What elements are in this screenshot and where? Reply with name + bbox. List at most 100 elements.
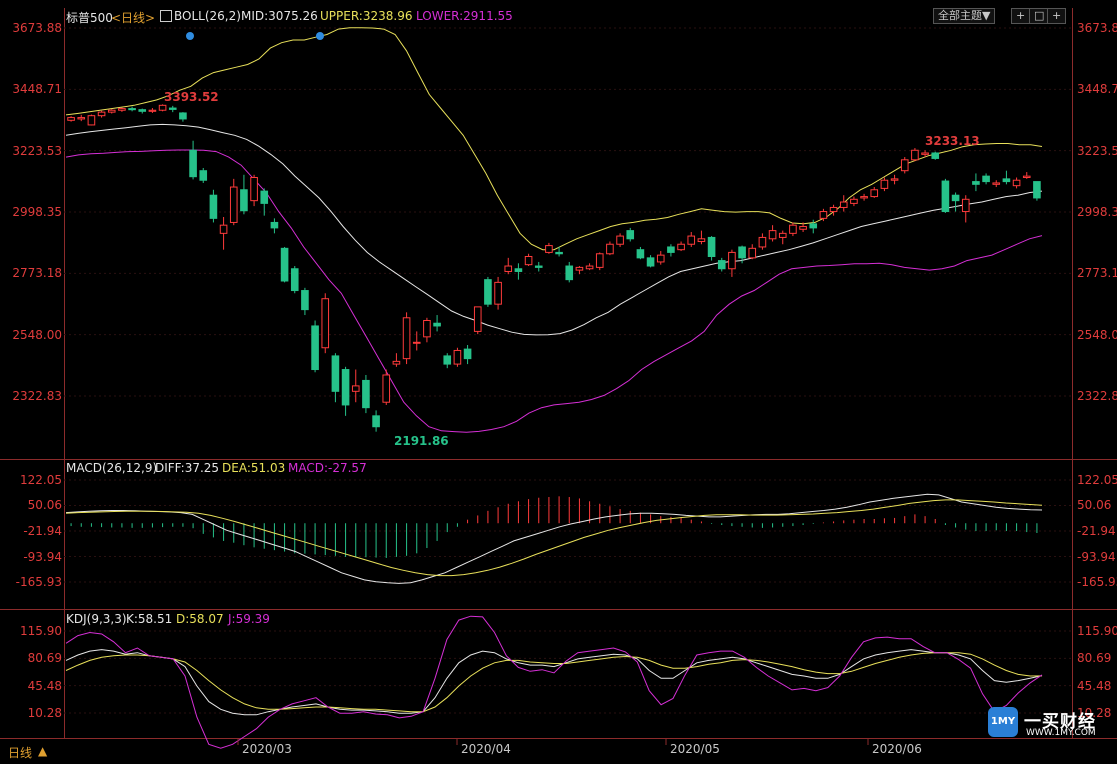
candle-down xyxy=(179,112,187,120)
event-marker-2[interactable] xyxy=(316,32,324,40)
axis-tick-label: 45.48 xyxy=(27,678,62,693)
axis-tick-label: 45.48 xyxy=(1077,678,1112,693)
candle-up xyxy=(789,224,797,234)
candle-up xyxy=(545,245,553,253)
candle-down xyxy=(463,348,472,360)
candle-up xyxy=(107,109,116,113)
axis-tick-label: 50.06 xyxy=(27,498,62,513)
axis-tick-label: -165.93 xyxy=(1077,575,1117,589)
candle-down xyxy=(331,355,340,392)
watermark-url: WWW.1MY.COM xyxy=(1026,728,1096,738)
axis-tick-label: 2322.83 xyxy=(1077,389,1117,403)
macd-dea-value: DEA:51.03 xyxy=(222,461,286,475)
candle-layer[interactable] xyxy=(67,104,1041,432)
candle-down xyxy=(707,236,716,257)
zoom-icon[interactable]: + xyxy=(1047,8,1067,24)
candle-up xyxy=(575,266,584,271)
period-tag[interactable]: <日线> xyxy=(111,9,155,26)
candle-down xyxy=(972,181,980,185)
axis-tick-label: 3673.88 xyxy=(12,21,62,35)
annotation-high-right: 3233.13 xyxy=(925,134,980,148)
candle-up xyxy=(87,115,96,126)
axis-tick-label: 80.69 xyxy=(27,651,62,666)
candle-down xyxy=(138,109,147,112)
axis-tick-label: 2773.18 xyxy=(1077,266,1117,281)
axis-tick-label: 2548.00 xyxy=(12,327,62,342)
candle-up xyxy=(850,198,858,204)
candle-up xyxy=(453,349,462,365)
symbol-label: 标普500 xyxy=(66,11,113,25)
candle-up xyxy=(1022,175,1031,179)
kdj-j-value: J:59.39 xyxy=(228,612,270,626)
footer-period-label[interactable]: 日线 xyxy=(8,744,32,761)
candle-up xyxy=(585,265,594,270)
axis-tick-label: 122.05 xyxy=(20,473,62,487)
candle-up xyxy=(677,243,685,251)
chart-canvas[interactable] xyxy=(0,0,1117,764)
axis-tick-label: 3448.71 xyxy=(12,82,62,97)
candle-down xyxy=(646,257,655,267)
candle-up xyxy=(656,254,665,263)
candle-down xyxy=(341,369,350,406)
candle-up xyxy=(382,374,391,403)
axis-tick-label: 2998.35 xyxy=(12,205,62,219)
axis-tick-label: 3223.53 xyxy=(12,143,62,158)
x-axis-label: 2020/06 xyxy=(872,742,922,756)
candle-down xyxy=(189,149,197,178)
candle-down xyxy=(260,190,269,204)
boll-upper-value: UPPER:3238.96 xyxy=(320,9,413,23)
candle-down xyxy=(280,247,289,282)
axis-tick-label: 3673.88 xyxy=(1077,21,1117,35)
candle-down xyxy=(931,152,940,159)
macd-layer xyxy=(64,479,1072,584)
candle-down xyxy=(168,107,177,110)
kdj-k-line xyxy=(65,649,1043,716)
candle-down xyxy=(199,170,208,181)
candle-up xyxy=(687,235,696,245)
candle-down xyxy=(484,279,492,305)
panel-frames xyxy=(0,8,1117,739)
axis-tick-label: 80.69 xyxy=(1077,651,1112,666)
candle-down xyxy=(951,194,960,202)
candle-up xyxy=(229,186,238,223)
axis-tick-label: 10.28 xyxy=(27,706,62,720)
candle-down xyxy=(636,249,645,259)
candle-up xyxy=(616,235,624,245)
crosshair-icon[interactable]: + xyxy=(1011,8,1031,24)
candle-up xyxy=(148,109,157,112)
candle-up xyxy=(77,117,86,120)
candle-down xyxy=(941,180,950,213)
theme-dropdown[interactable]: 全部主题▼ xyxy=(933,8,996,24)
axis-tick-label: 115.90 xyxy=(1077,624,1117,638)
candle-down xyxy=(982,175,990,183)
candle-up xyxy=(158,104,167,111)
candle-up xyxy=(758,236,767,248)
candle-down xyxy=(433,322,441,327)
axis-tick-label: -21.94 xyxy=(1077,524,1116,538)
kdj-label: KDJ(9,3,3) xyxy=(66,612,127,626)
candle-up xyxy=(595,253,604,268)
kdj-d-value: D:58.07 xyxy=(176,612,224,626)
candle-down xyxy=(809,223,818,229)
candle-up xyxy=(880,179,889,189)
candle-down xyxy=(514,268,523,272)
kdj-layer xyxy=(64,615,1072,749)
footer-expand-icon[interactable]: ▲ xyxy=(38,744,47,758)
candle-down xyxy=(534,265,543,268)
candle-up xyxy=(423,320,431,338)
candle-down xyxy=(717,260,726,270)
boll-label: BOLL(26,2) xyxy=(174,9,241,23)
candle-down xyxy=(1002,178,1011,183)
candle-down xyxy=(290,268,299,292)
candle-down xyxy=(362,379,370,409)
candle-up xyxy=(829,206,838,213)
watermark-logo-icon: 1MY xyxy=(988,707,1018,737)
macd-label: MACD(26,12,9) xyxy=(66,461,158,475)
candle-up xyxy=(67,117,75,121)
event-marker-1[interactable] xyxy=(186,32,194,40)
axis-tick-label: -93.94 xyxy=(23,549,62,564)
candle-down xyxy=(555,251,563,255)
candle-up xyxy=(412,341,421,344)
kdj-d-line xyxy=(65,652,1043,713)
candle-up xyxy=(1012,179,1021,187)
